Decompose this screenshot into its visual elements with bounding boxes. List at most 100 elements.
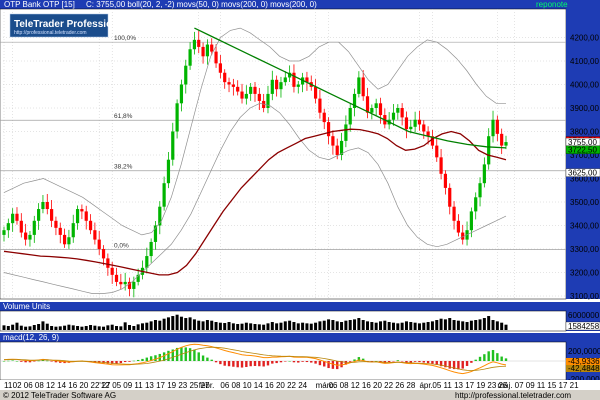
macd-histogram-bar [132, 360, 136, 362]
volume-bar [387, 322, 391, 330]
candle-body [2, 230, 6, 235]
candle-body [171, 131, 175, 160]
volume-bar [162, 318, 166, 330]
header-source-tag: reponote [536, 0, 568, 9]
volume-bar [249, 323, 253, 330]
macd-histogram-bar [20, 361, 23, 362]
candle-body [478, 183, 482, 198]
logo-text: TeleTrader Professional [14, 19, 127, 30]
volume-bar [76, 326, 80, 330]
candle-body [413, 119, 417, 127]
price-tick-label: 4200,00 [570, 34, 599, 43]
volume-bar [153, 320, 157, 330]
price-tick-label: 3900,00 [570, 104, 599, 113]
volume-bar [257, 324, 261, 330]
volume-bar [218, 322, 222, 330]
price-tick-label: 3300,00 [570, 245, 599, 254]
macd-histogram-bar [297, 361, 300, 363]
candle-body [166, 159, 171, 184]
candle-body [62, 234, 67, 245]
candle-body [162, 183, 166, 207]
volume-bar [158, 320, 162, 330]
volume-bar [15, 322, 19, 330]
macd-histogram-bar [128, 361, 131, 362]
macd-histogram-bar [188, 348, 192, 361]
volume-bar [71, 325, 75, 330]
macd-histogram-bar [422, 361, 425, 363]
candle-body [231, 84, 235, 87]
x-tick-label: 06 08 12 16 20 22 26 28 [329, 381, 416, 390]
volume-bar [357, 318, 361, 330]
candle-body [504, 142, 508, 146]
candle-body [175, 103, 179, 132]
macd-histogram-bar [461, 361, 464, 369]
candle-body [15, 213, 19, 221]
macd-signal-last-label: -42,4848 [568, 364, 600, 373]
volume-bar [456, 320, 460, 330]
macd-histogram-bar [305, 361, 309, 363]
candle-body [456, 220, 460, 233]
macd-histogram-bar [24, 361, 27, 363]
candle-body [32, 220, 36, 235]
volume-bar [474, 320, 478, 330]
macd-title: macd(12, 26, 9) [3, 333, 59, 342]
macd-title-bar [0, 333, 566, 342]
candle-body [495, 119, 499, 134]
volume-bar [383, 320, 387, 330]
candle-body [275, 79, 279, 90]
volume-bar [192, 319, 196, 330]
macd-histogram-bar [483, 354, 486, 361]
candle-body [192, 39, 197, 50]
macd-histogram-bar [33, 361, 36, 362]
macd-histogram-bar [275, 361, 278, 364]
volume-bar [426, 322, 430, 330]
macd-histogram-bar [197, 352, 200, 361]
volume-bar [19, 325, 23, 330]
fib-label: 38,2% [114, 164, 133, 171]
candle-body [201, 46, 205, 57]
macd-histogram-bar [279, 361, 283, 363]
macd-histogram-bar [11, 360, 14, 361]
volume-bar [6, 326, 10, 330]
candle-body [474, 197, 478, 212]
volume-bar [465, 322, 469, 330]
macd-histogram-bar [465, 361, 469, 366]
macd-histogram-bar [413, 361, 417, 362]
macd-histogram-bar [15, 361, 19, 362]
volume-bar [482, 318, 486, 330]
macd-histogram-bar [210, 359, 213, 361]
volume-bar [205, 320, 209, 330]
candle-body [422, 124, 426, 132]
header-instrument: OTP Bank OTP [15] [4, 0, 75, 9]
candle-body [236, 86, 240, 92]
candle-body [197, 39, 201, 47]
candle-body [365, 96, 370, 113]
volume-bar [188, 317, 192, 330]
candle-body [249, 86, 253, 94]
volume-bar [491, 320, 495, 330]
volume-bar [184, 318, 188, 330]
candle-body [482, 164, 486, 184]
volume-bar [175, 314, 179, 330]
candle-body [54, 220, 58, 228]
candle-body [37, 209, 41, 221]
header-indicators: C: 3755,00 boll(20, 2, -2) movs(50, 0) m… [86, 0, 317, 9]
volume-title-bar [0, 302, 566, 311]
candle-body [322, 112, 326, 123]
candle-body [114, 274, 119, 282]
macd-histogram-bar [50, 361, 53, 362]
price-tick-label: 3500,00 [570, 198, 599, 207]
volume-bar [201, 321, 205, 330]
candle-body [318, 98, 322, 113]
macd-histogram-bar [504, 358, 508, 361]
candle-body [326, 122, 331, 137]
price-tag-label: 3625,00 [568, 169, 597, 178]
chart-canvas: OTP Bank OTP [15] C: 3755,00 boll(20, 2,… [0, 0, 600, 400]
volume-bar [366, 321, 370, 330]
volume-bar [331, 320, 335, 330]
volume-bar [210, 320, 214, 330]
candle-body [19, 220, 23, 233]
price-tick-label: 3100,00 [570, 292, 599, 301]
macd-histogram-bar [249, 361, 252, 367]
volume-bar [495, 321, 499, 330]
